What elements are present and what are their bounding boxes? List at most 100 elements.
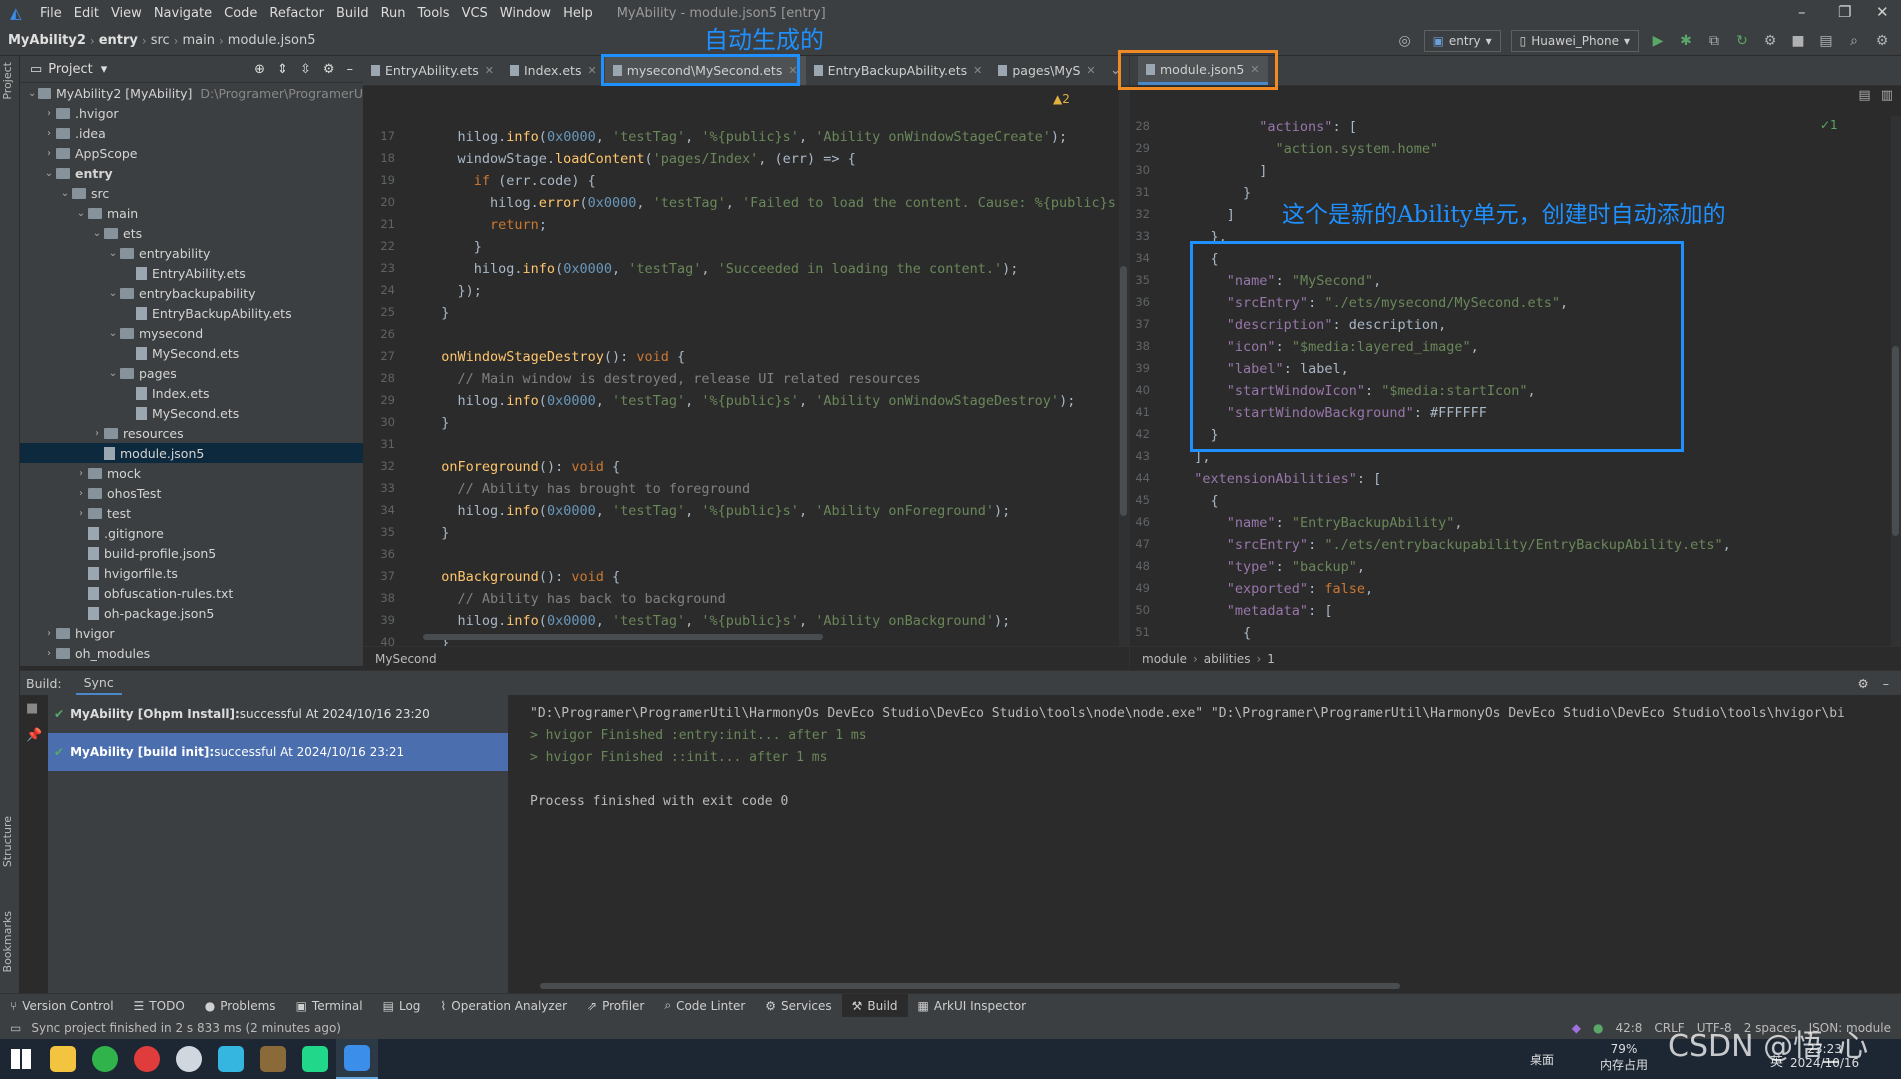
ai-assistant-icon[interactable]: ◆	[1572, 1021, 1581, 1035]
tool-window-version-control[interactable]: ⑂ Version Control	[0, 994, 124, 1018]
tree-root[interactable]: ⌄ MyAbility2 [MyAbility] D:\Programer\Pr…	[20, 83, 363, 103]
code-line[interactable]: "type": "backup",	[1178, 556, 1365, 578]
windows-start-icon[interactable]	[0, 1039, 42, 1079]
menu-item-window[interactable]: Window	[494, 6, 557, 21]
rerun-icon[interactable]: ↻	[1733, 32, 1751, 50]
horizontal-scrollbar[interactable]	[423, 634, 823, 640]
scrollbar-right[interactable]	[1891, 116, 1901, 646]
tab-sync[interactable]: Sync	[75, 672, 122, 695]
code-line[interactable]: // Main window is destroyed, release UI …	[425, 368, 921, 390]
code-line[interactable]: {	[1178, 622, 1251, 644]
minimize-icon[interactable]: –	[1798, 3, 1806, 21]
menu-item-code[interactable]: Code	[218, 6, 263, 21]
breadcrumb-src[interactable]: src	[147, 33, 174, 48]
close-tab-icon[interactable]: ✕	[485, 64, 494, 77]
code-line[interactable]: }	[1178, 182, 1251, 204]
code-line[interactable]: hilog.error(0x0000, 'testTag', 'Failed t…	[425, 192, 1132, 214]
stop-icon[interactable]: ■	[26, 701, 42, 716]
menu-item-refactor[interactable]: Refactor	[263, 6, 330, 21]
console-scrollbar[interactable]	[540, 983, 1400, 989]
code-line[interactable]: "extensionAbilities": [	[1178, 468, 1381, 490]
maximize-icon[interactable]: ❐	[1838, 3, 1851, 21]
code-line[interactable]: "actions": [	[1178, 116, 1357, 138]
warning-count[interactable]: ▲2	[1053, 92, 1070, 106]
settings-icon[interactable]: ⚙	[1873, 32, 1891, 50]
code-line[interactable]: "exported": false,	[1178, 578, 1373, 600]
tab-0[interactable]: EntryAbility.ets ✕	[363, 56, 502, 85]
project-tool-tab[interactable]: Project	[1, 62, 14, 100]
structure-crumb[interactable]: MySecond	[375, 652, 437, 666]
tree-item[interactable]: › hvigor	[20, 623, 363, 643]
crumb-module[interactable]: module	[1142, 652, 1187, 666]
code-line[interactable]: hilog.info(0x0000, 'testTag', '%{public}…	[425, 126, 1068, 148]
device-manager-icon[interactable]: ▤	[1817, 32, 1835, 50]
build-item[interactable]: ✔ MyAbility [build init]: successful At 2…	[48, 733, 508, 771]
build-console[interactable]: "D:\Programer\ProgramerUtil\HarmonyOs De…	[520, 695, 1901, 994]
deveco-taskbar-icon[interactable]	[336, 1039, 378, 1079]
code-line[interactable]: ]	[1178, 204, 1235, 226]
code-line[interactable]: hilog.info(0x0000, 'testTag', '%{public}…	[425, 390, 1076, 412]
file-explorer-icon[interactable]	[42, 1039, 84, 1079]
tree-item[interactable]: ⌄ mysecond	[20, 323, 363, 343]
tree-item[interactable]: › oh_modules	[20, 643, 363, 663]
tree-item[interactable]: ⌄ main	[20, 203, 363, 223]
code-line[interactable]: }	[425, 522, 449, 544]
tree-item[interactable]: build-profile.json5	[20, 543, 363, 563]
code-line[interactable]: }	[425, 302, 449, 324]
code-line[interactable]: onWindowStageDestroy(): void {	[425, 346, 685, 368]
close-tab-icon[interactable]: ✕	[587, 64, 596, 77]
tool-window-build[interactable]: ⚒ Build	[841, 993, 908, 1018]
crumb-index[interactable]: 1	[1267, 652, 1275, 666]
breadcrumb-module[interactable]: entry	[95, 33, 142, 48]
tool-window-terminal[interactable]: ▣ Terminal	[286, 994, 373, 1018]
menu-item-view[interactable]: View	[105, 6, 148, 21]
code-line[interactable]: }	[425, 236, 482, 258]
hide-icon[interactable]: –	[1883, 676, 1889, 691]
tree-item[interactable]: › resources	[20, 423, 363, 443]
bookmarks-tool-tab[interactable]: Bookmarks	[1, 911, 14, 972]
menu-item-vcs[interactable]: VCS	[456, 6, 494, 21]
tree-item[interactable]: hvigorfile.ts	[20, 563, 363, 583]
close-tab-icon[interactable]: ✕	[973, 64, 982, 77]
tree-item[interactable]: ⌄ entry	[20, 163, 363, 183]
target-icon[interactable]: ◎	[1396, 32, 1414, 50]
attach-debugger-icon[interactable]: ⧉	[1705, 32, 1723, 50]
code-line[interactable]: hilog.info(0x0000, 'testTag', '%{public}…	[425, 610, 1011, 632]
tree-item[interactable]: ⌄ entrybackupability	[20, 283, 363, 303]
caret-position[interactable]: 42:8	[1615, 1021, 1642, 1035]
tree-item[interactable]: › ohosTest	[20, 483, 363, 503]
breadcrumb-file[interactable]: module.json5	[224, 33, 320, 48]
reader-mode-icon[interactable]: ▤	[1858, 88, 1870, 103]
tree-item[interactable]: ⌄ ets	[20, 223, 363, 243]
music-app-icon[interactable]	[126, 1039, 168, 1079]
menu-item-navigate[interactable]: Navigate	[148, 6, 218, 21]
inspection-ok[interactable]: ✓1	[1820, 118, 1838, 132]
code-line[interactable]: "action.system.home"	[1178, 138, 1439, 160]
chrome-icon[interactable]	[168, 1039, 210, 1079]
code-line[interactable]: onBackground(): void {	[425, 566, 620, 588]
debug-icon[interactable]: ✱	[1677, 32, 1695, 50]
close-icon[interactable]: ✕	[1876, 3, 1889, 21]
code-line[interactable]: onForeground(): void {	[425, 456, 620, 478]
memory-widget[interactable]: 79% 内存占用	[1600, 1042, 1648, 1073]
menu-item-help[interactable]: Help	[557, 6, 599, 21]
tree-item[interactable]: ⌄ src	[20, 183, 363, 203]
settings-icon[interactable]: ⚙	[323, 62, 335, 77]
hide-icon[interactable]: –	[347, 62, 354, 77]
tree-item[interactable]: module.json5	[20, 443, 363, 463]
menu-item-file[interactable]: File	[34, 6, 68, 21]
pycharm-icon[interactable]	[294, 1039, 336, 1079]
tab-3[interactable]: EntryBackupAbility.ets ✕	[806, 56, 991, 85]
code-line[interactable]: "name": "EntryBackupAbility",	[1178, 512, 1463, 534]
tree-item[interactable]: oh-package.json5	[20, 603, 363, 623]
project-panel-title[interactable]: Project	[48, 62, 92, 77]
tree-item[interactable]: › .idea	[20, 123, 363, 143]
menu-item-build[interactable]: Build	[330, 6, 375, 21]
tool-window-operation-analyzer[interactable]: ⌇ Operation Analyzer	[430, 994, 577, 1018]
tree-item[interactable]: .gitignore	[20, 523, 363, 543]
game-icon[interactable]	[252, 1039, 294, 1079]
code-line[interactable]: "metadata": [	[1178, 600, 1333, 622]
tab-1[interactable]: Index.ets ✕	[502, 56, 605, 85]
tree-item[interactable]: › mock	[20, 463, 363, 483]
stop-icon[interactable]: ■	[1789, 32, 1807, 50]
